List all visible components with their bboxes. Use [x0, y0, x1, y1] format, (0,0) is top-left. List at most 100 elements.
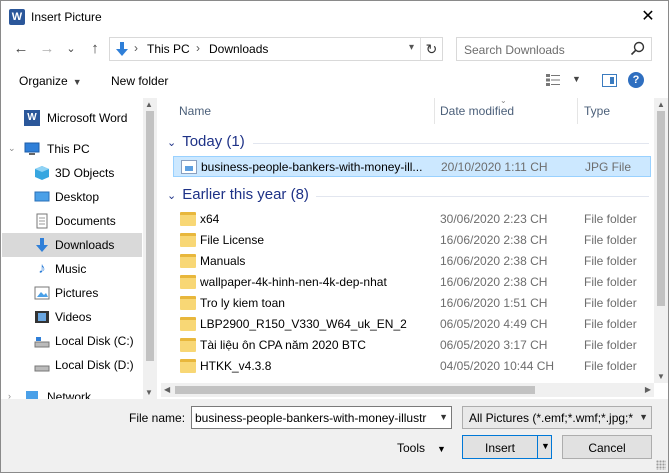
chevron-down-icon[interactable]: ▼ — [636, 412, 648, 422]
scroll-left-icon[interactable]: ◀ — [164, 385, 170, 394]
window-title: Insert Picture — [31, 10, 102, 24]
file-date: 20/10/2020 1:11 CH — [441, 160, 548, 174]
resize-grip-icon[interactable] — [656, 460, 666, 470]
scrollbar-thumb[interactable] — [146, 111, 154, 361]
forward-button[interactable]: → — [37, 39, 57, 59]
scrollbar-thumb[interactable] — [657, 111, 665, 306]
chevron-down-icon: ▼ — [72, 77, 82, 87]
file-list-horizontal-scrollbar[interactable]: ◀ ▶ — [161, 383, 654, 397]
file-name-label: File name: — [129, 411, 186, 425]
column-header-date[interactable]: Date modified — [435, 98, 577, 124]
folder-row[interactable]: LBP2900_R150_V330_W64_uk_EN_2 06/05/2020… — [173, 314, 651, 335]
column-header-type[interactable]: Type — [578, 98, 654, 124]
close-button[interactable]: ✕ — [638, 7, 658, 27]
folder-icon — [180, 296, 196, 310]
breadcrumb-this-pc[interactable]: This PC — [147, 42, 190, 56]
sidebar-item-label: 3D Objects — [55, 166, 115, 180]
tools-menu-button[interactable]: Tools ▼ — [397, 441, 446, 455]
address-bar[interactable]: › This PC › Downloads ▾ ↻ — [109, 37, 443, 61]
folder-row[interactable]: Tài liệu ôn CPA năm 2020 BTC 06/05/2020 … — [173, 335, 651, 356]
folder-row[interactable]: Manuals 16/06/2020 2:38 CH File folder — [173, 251, 651, 272]
change-view-icon[interactable] — [546, 74, 560, 86]
expand-chevron-icon[interactable]: › — [8, 391, 11, 399]
column-header-name[interactable]: Name — [173, 98, 435, 124]
file-list-vertical-scrollbar[interactable]: ▲ ▼ — [654, 98, 668, 383]
sidebar-item-music[interactable]: ♪ Music — [2, 257, 142, 281]
sidebar-item-downloads[interactable]: Downloads — [2, 233, 142, 257]
folder-row[interactable]: HTKK_v4.3.8 04/05/2020 10:44 CH File fol… — [173, 356, 651, 377]
word-icon: W — [24, 110, 40, 126]
column-date-label: Date modified — [440, 104, 515, 118]
sidebar-item-label: Microsoft Word — [47, 111, 128, 125]
up-button[interactable]: ↑ — [85, 39, 105, 59]
file-type: JPG File — [585, 160, 632, 174]
sidebar-item-network[interactable]: › Network — [2, 385, 142, 399]
preview-pane-icon[interactable] — [602, 74, 617, 87]
search-box[interactable]: Search Downloads — [456, 37, 652, 61]
file-row[interactable]: business-people-bankers-with-money-ill..… — [173, 156, 651, 177]
help-icon[interactable]: ? — [628, 72, 644, 88]
command-bar: Organize ▼ New folder ▼ ? — [1, 67, 668, 95]
group-header-today[interactable]: ⌄ Today (1) — [167, 133, 245, 150]
group-label: Earlier this year (8) — [182, 186, 309, 203]
file-date: 30/06/2020 2:23 CH — [440, 212, 548, 226]
file-name: wallpaper-4k-hinh-nen-4k-dep-nhat — [200, 275, 387, 289]
insert-picture-dialog: W Insert Picture ✕ ← → ⌄ ↑ › This PC › D… — [0, 0, 669, 473]
sidebar-item-pictures[interactable]: Pictures — [2, 281, 142, 305]
back-button[interactable]: ← — [11, 39, 31, 59]
sidebar-item-3d-objects[interactable]: 3D Objects — [2, 161, 142, 185]
expand-chevron-icon[interactable]: ⌄ — [8, 143, 16, 154]
sidebar-item-label: Network — [47, 390, 92, 399]
file-type: File folder — [584, 275, 637, 289]
recent-locations-button[interactable]: ⌄ — [61, 39, 81, 59]
cancel-button[interactable]: Cancel — [562, 435, 652, 459]
folder-row[interactable]: Tro ly kiem toan 16/06/2020 1:51 CH File… — [173, 293, 651, 314]
scroll-up-icon[interactable]: ▲ — [145, 100, 153, 109]
sidebar-item-documents[interactable]: Documents — [2, 209, 142, 233]
sidebar-scrollbar[interactable]: ▲ ▼ — [143, 98, 157, 399]
group-header-earlier-this-year[interactable]: ⌄ Earlier this year (8) — [167, 186, 309, 203]
scroll-right-icon[interactable]: ▶ — [645, 385, 651, 394]
sidebar-item-this-pc[interactable]: ⌄ This PC — [2, 137, 142, 161]
address-history-chevron-icon[interactable]: ▾ — [409, 42, 414, 53]
collapse-chevron-icon: ⌄ — [167, 190, 177, 202]
cancel-label: Cancel — [588, 441, 626, 455]
insert-options-chevron-icon[interactable]: ▼ — [541, 441, 550, 451]
downloads-icon — [36, 238, 48, 252]
scroll-down-icon[interactable]: ▼ — [657, 372, 665, 381]
new-folder-button[interactable]: New folder — [111, 74, 168, 88]
sidebar-item-label: This PC — [47, 142, 90, 156]
organize-button[interactable]: Organize ▼ — [19, 74, 82, 88]
breadcrumb-downloads[interactable]: Downloads — [209, 42, 268, 56]
pictures-icon — [34, 286, 50, 300]
folder-row[interactable]: x64 30/06/2020 2:23 CH File folder — [173, 209, 651, 230]
sidebar-item-label: Videos — [55, 310, 92, 324]
navigation-bar: ← → ⌄ ↑ › This PC › Downloads ▾ ↻ Search… — [1, 35, 668, 63]
refresh-icon[interactable]: ↻ — [420, 38, 442, 60]
file-name-field[interactable]: business-people-bankers-with-money-illus… — [191, 406, 452, 429]
folder-row[interactable]: File License 16/06/2020 2:38 CH File fol… — [173, 230, 651, 251]
file-type-filter[interactable]: All Pictures (*.emf;*.wmf;*.jpg;* ▼ — [462, 406, 652, 429]
file-type: File folder — [584, 338, 637, 352]
chevron-down-icon[interactable]: ▼ — [437, 412, 448, 422]
scrollbar-thumb[interactable] — [175, 386, 535, 394]
organize-label: Organize — [19, 74, 68, 88]
scroll-down-icon[interactable]: ▼ — [145, 388, 153, 397]
sidebar-item-local-disk-c[interactable]: Local Disk (C:) — [2, 329, 142, 353]
sidebar-item-microsoft-word[interactable]: W Microsoft Word — [2, 106, 142, 130]
folder-row[interactable]: wallpaper-4k-hinh-nen-4k-dep-nhat 16/06/… — [173, 272, 651, 293]
search-input[interactable]: Search Downloads — [464, 43, 565, 57]
documents-icon — [36, 213, 48, 229]
file-name: business-people-bankers-with-money-ill..… — [201, 160, 423, 174]
scroll-up-icon[interactable]: ▲ — [657, 100, 665, 109]
sidebar-item-videos[interactable]: Videos — [2, 305, 142, 329]
insert-button[interactable]: Insert ▼ — [462, 435, 552, 459]
sidebar-item-local-disk-d[interactable]: Local Disk (D:) — [2, 353, 142, 377]
view-options-chevron-icon[interactable]: ▼ — [572, 74, 581, 84]
file-name-value[interactable]: business-people-bankers-with-money-illus… — [195, 411, 426, 425]
group-divider — [253, 143, 649, 144]
3d-objects-icon — [35, 166, 49, 180]
group-label: Today (1) — [182, 133, 245, 150]
title-bar: W Insert Picture ✕ — [1, 1, 668, 33]
sidebar-item-desktop[interactable]: Desktop — [2, 185, 142, 209]
